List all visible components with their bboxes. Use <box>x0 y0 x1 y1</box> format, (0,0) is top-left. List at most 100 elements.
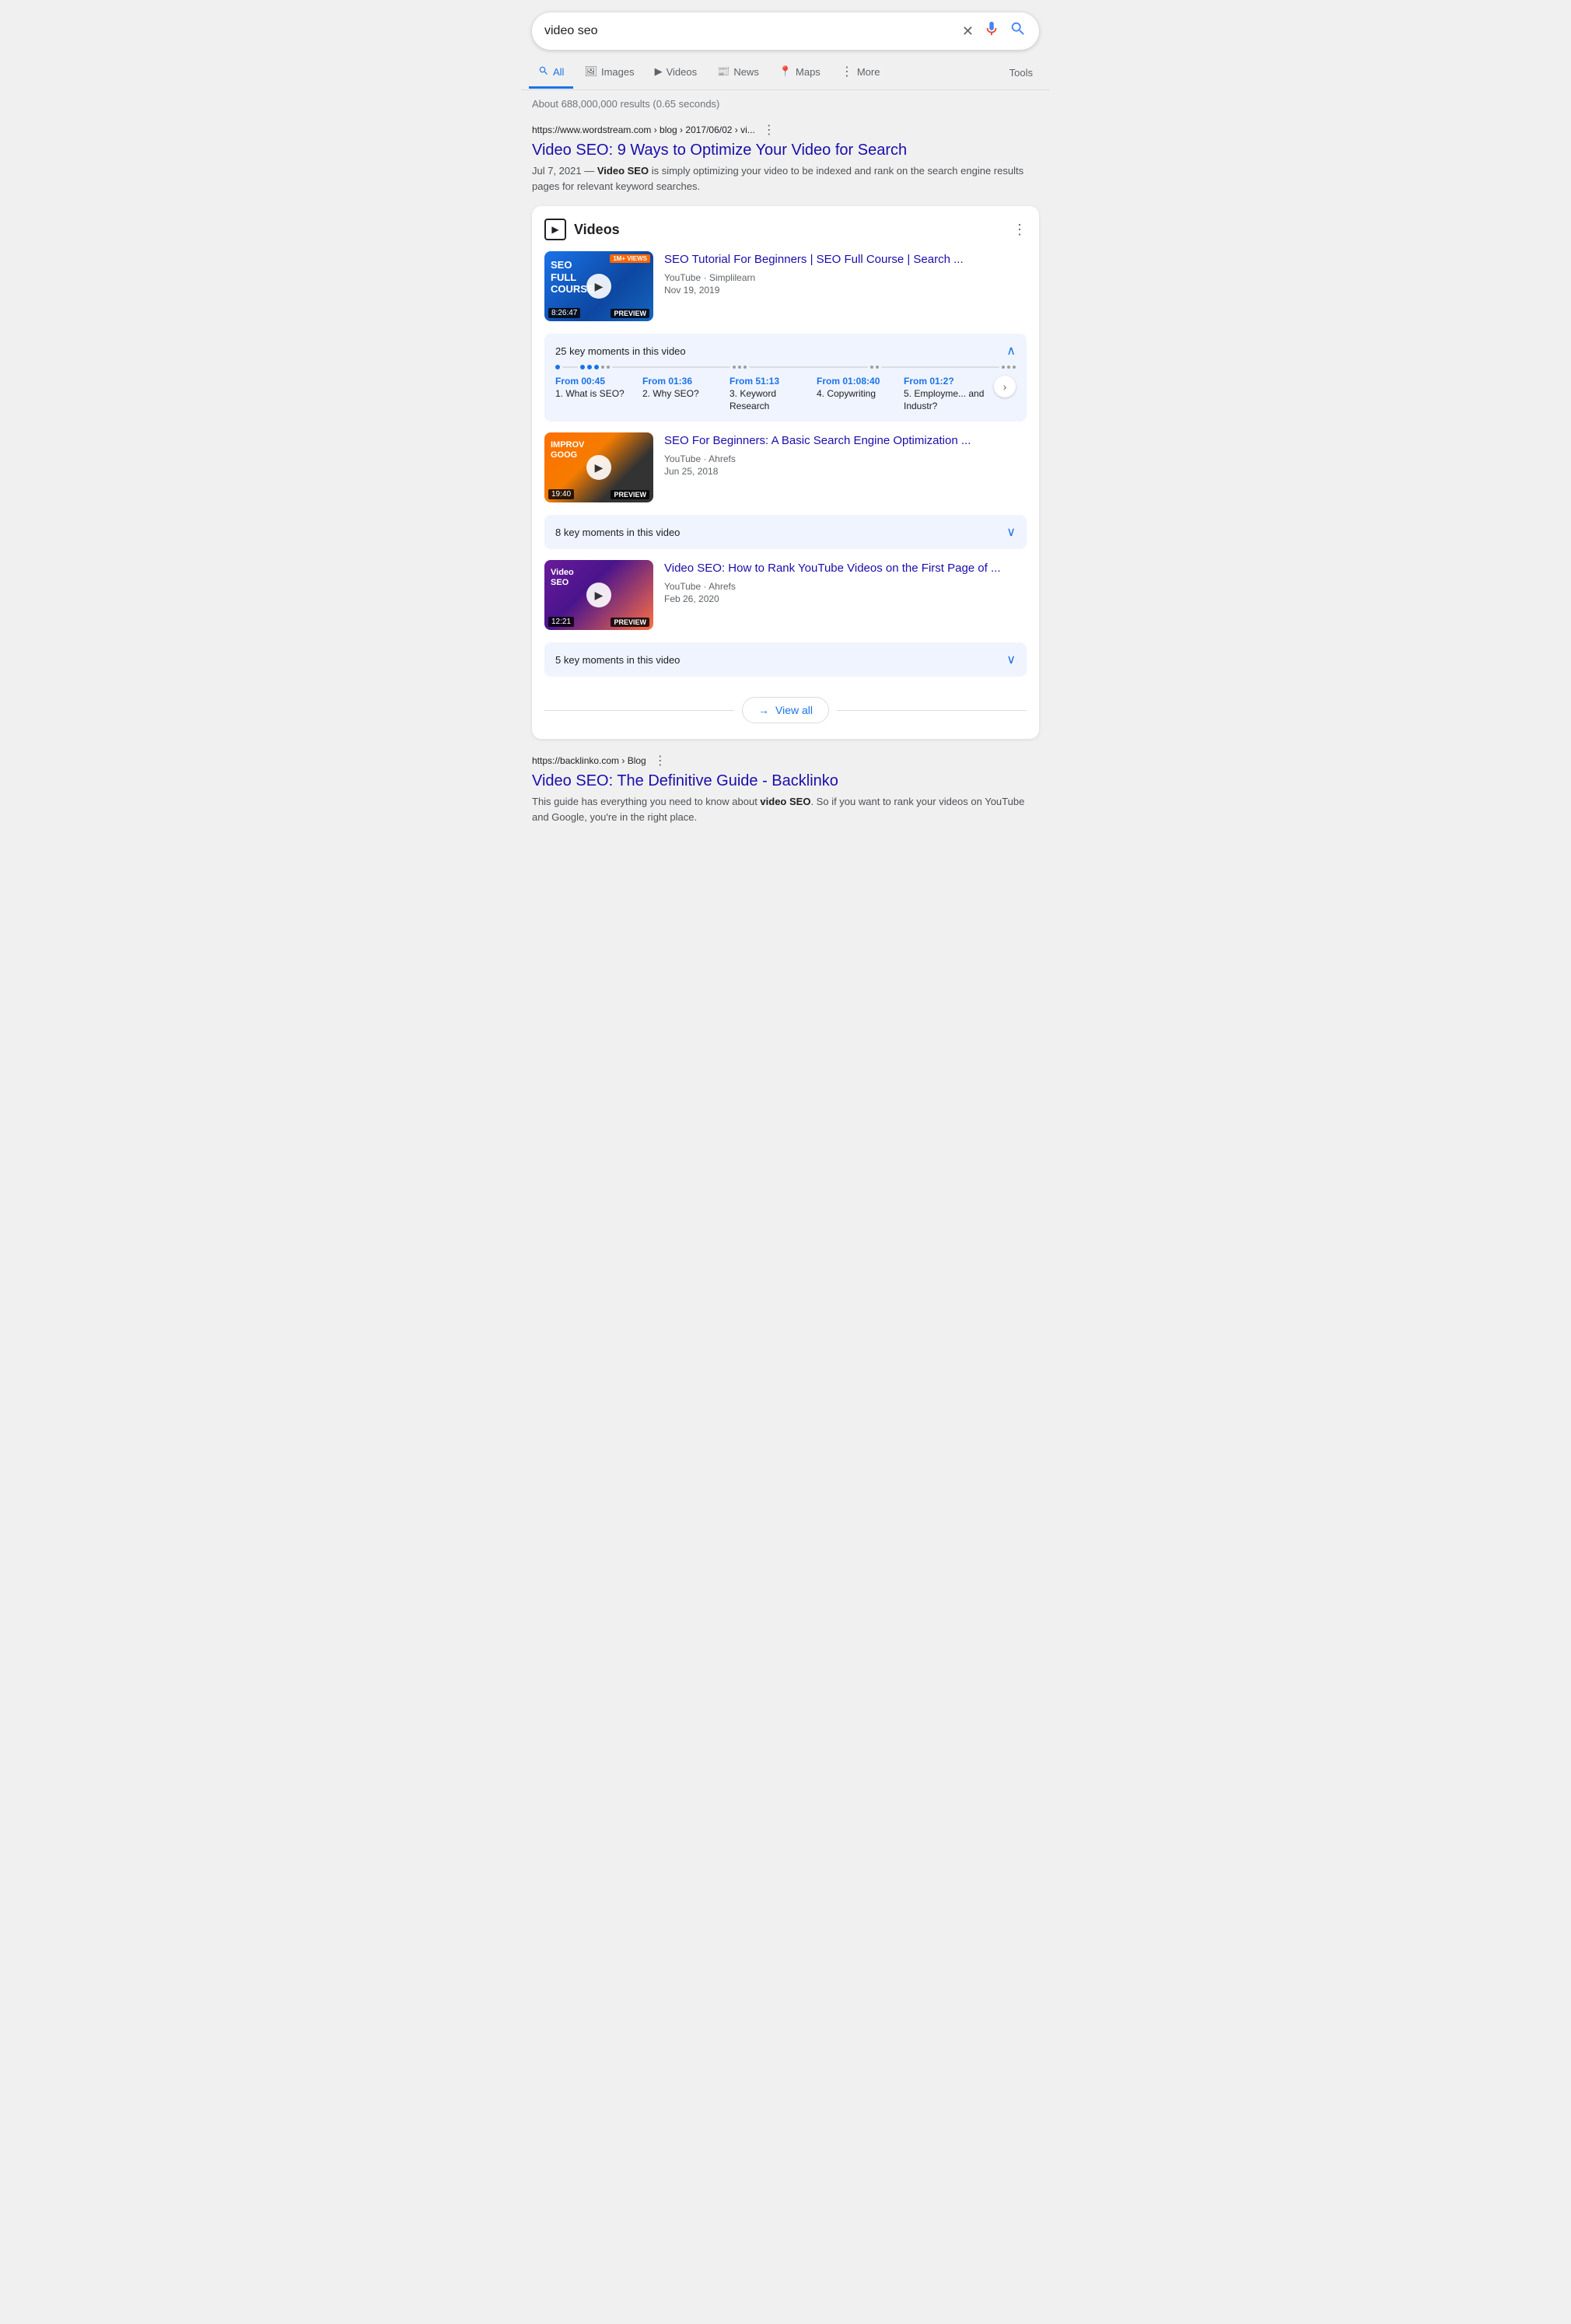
video-date-3: Feb 26, 2020 <box>664 593 1027 604</box>
organic-result-2: https://backlinko.com › Blog ⋮ Video SEO… <box>521 744 1050 832</box>
key-moment-label-5: 5. Employme... and Industr? <box>904 388 988 412</box>
mic-button[interactable] <box>983 20 1000 42</box>
result-more-btn-1[interactable]: ⋮ <box>763 122 775 138</box>
key-moments-list-1: From 00:45 1. What is SEO? From 01:36 2.… <box>555 376 1016 412</box>
clear-button[interactable]: ✕ <box>962 23 974 40</box>
tdot-2 <box>580 365 585 369</box>
tools-button[interactable]: Tools <box>1000 59 1042 86</box>
key-moment-time-2[interactable]: From 01:36 <box>642 376 726 387</box>
key-moment-time-3[interactable]: From 51:13 <box>730 376 813 387</box>
tdot-4 <box>594 365 599 369</box>
key-moment-time-5[interactable]: From 01:2? <box>904 376 988 387</box>
video-source-1: YouTube · Simplilearn <box>664 272 1027 283</box>
video-card-icon: ▶ <box>544 219 566 240</box>
search-button[interactable] <box>1009 20 1027 42</box>
tab-news[interactable]: 📰 News <box>708 58 768 88</box>
next-moment-btn[interactable]: › <box>994 376 1016 397</box>
tab-all-label: All <box>553 66 564 78</box>
tab-videos[interactable]: ▶ Videos <box>646 58 707 88</box>
tdot-sm-8 <box>1002 366 1005 369</box>
video-card-header: ▶ Videos ⋮ <box>544 219 1027 240</box>
result-more-btn-2[interactable]: ⋮ <box>654 753 667 768</box>
key-moment-4: From 01:08:40 4. Copywriting <box>817 376 901 401</box>
key-moment-label-1: 1. What is SEO? <box>555 388 639 401</box>
key-moment-2: From 01:36 2. Why SEO? <box>642 376 726 401</box>
snippet-text-before-2: This guide has everything you need to kn… <box>532 796 760 807</box>
video-title-2[interactable]: SEO For Beginners: A Basic Search Engine… <box>664 432 1027 449</box>
more-icon: ⋮ <box>841 64 853 79</box>
key-moments-header-2[interactable]: 8 key moments in this video ∨ <box>555 524 1016 540</box>
nav-tabs: All 🖼 Images ▶ Videos 📰 News 📍 Maps ⋮ Mo… <box>521 56 1050 90</box>
key-moments-header-1[interactable]: 25 key moments in this video ∧ <box>555 343 1016 359</box>
key-moment-label-3: 3. Keyword Research <box>730 388 813 412</box>
search-input[interactable] <box>544 24 954 38</box>
result-snippet-2: This guide has everything you need to kn… <box>532 794 1039 824</box>
video-date-2: Jun 25, 2018 <box>664 466 1027 477</box>
tab-all[interactable]: All <box>529 58 573 89</box>
view-all-line-left <box>544 710 734 711</box>
result-url-text-2: https://backlinko.com › Blog <box>532 755 646 766</box>
tab-news-label: News <box>733 66 759 78</box>
results-info: About 688,000,000 results (0.65 seconds) <box>521 90 1050 114</box>
tdot-sm-6 <box>870 366 873 369</box>
tdot-sm-9 <box>1007 366 1010 369</box>
video-meta-2: SEO For Beginners: A Basic Search Engine… <box>664 432 1027 477</box>
search-icons: ✕ <box>962 20 1027 42</box>
tab-more[interactable]: ⋮ More <box>831 56 890 89</box>
view-all-button[interactable]: → View all <box>742 697 829 723</box>
key-moments-2: 8 key moments in this video ∨ <box>544 515 1027 549</box>
video-item-2: IMPROVGOOG ▶ 19:40 PREVIEW SEO For Begin… <box>544 432 1027 502</box>
tdot-sm-4 <box>738 366 741 369</box>
thumb-seo-text-3: VideoSEO <box>551 568 574 588</box>
collapse-icon-3[interactable]: ∨ <box>1006 652 1016 667</box>
key-moments-label-1: 25 key moments in this video <box>555 345 686 357</box>
tab-maps[interactable]: 📍 Maps <box>770 58 830 88</box>
tdot-sm-10 <box>1013 366 1016 369</box>
video-meta-1: SEO Tutorial For Beginners | SEO Full Co… <box>664 251 1027 296</box>
tab-images[interactable]: 🖼 Images <box>575 58 643 88</box>
video-card-more-btn[interactable]: ⋮ <box>1013 222 1027 238</box>
result-title-2[interactable]: Video SEO: The Definitive Guide - Backli… <box>532 771 1039 791</box>
video-title-1[interactable]: SEO Tutorial For Beginners | SEO Full Co… <box>664 251 1027 268</box>
video-thumb-3[interactable]: VideoSEO ▶ 12:21 PREVIEW <box>544 560 653 630</box>
key-moment-1: From 00:45 1. What is SEO? <box>555 376 639 401</box>
mic-icon <box>983 20 1000 42</box>
thumb-play-1[interactable]: ▶ <box>586 274 611 299</box>
tab-more-label: More <box>857 66 880 78</box>
tdot-1 <box>555 365 560 369</box>
expand-icon-1[interactable]: ∧ <box>1006 343 1016 359</box>
tdot-line-2 <box>612 366 730 368</box>
video-thumb-1[interactable]: 1M+ VIEWS SEOFULLCOURSE ▶ 8:26:47 PREVIE… <box>544 251 653 321</box>
video-title-3[interactable]: Video SEO: How to Rank YouTube Videos on… <box>664 560 1027 576</box>
key-moment-3: From 51:13 3. Keyword Research <box>730 376 813 412</box>
key-moments-1: 25 key moments in this video ∧ <box>544 334 1027 422</box>
key-moments-header-3[interactable]: 5 key moments in this video ∨ <box>555 652 1016 667</box>
snippet-text-1: — Video SEO is simply optimizing your vi… <box>532 165 1023 192</box>
thumb-play-2[interactable]: ▶ <box>586 455 611 480</box>
close-icon: ✕ <box>962 23 974 40</box>
organic-result-1: https://www.wordstream.com › blog › 2017… <box>521 114 1050 201</box>
tdot-line-4 <box>881 366 999 368</box>
images-icon: 🖼 <box>584 65 597 78</box>
tdot-line-3 <box>749 366 867 368</box>
video-source-3: YouTube · Ahrefs <box>664 581 1027 592</box>
view-all-line-right <box>837 710 1027 711</box>
key-moment-5: From 01:2? 5. Employme... and Industr? <box>904 376 988 412</box>
results-count: About 688,000,000 results (0.65 seconds) <box>532 98 719 110</box>
key-moment-label-2: 2. Why SEO? <box>642 388 726 401</box>
view-all-label: View all <box>775 704 813 716</box>
key-moment-time-4[interactable]: From 01:08:40 <box>817 376 901 387</box>
thumb-duration-1: 8:26:47 <box>548 308 580 318</box>
collapse-icon-2[interactable]: ∨ <box>1006 524 1016 540</box>
video-thumb-2[interactable]: IMPROVGOOG ▶ 19:40 PREVIEW <box>544 432 653 502</box>
key-moments-arrow: › <box>991 376 1016 397</box>
thumb-play-3[interactable]: ▶ <box>586 583 611 607</box>
key-moments-label-2: 8 key moments in this video <box>555 527 680 538</box>
result-url-2: https://backlinko.com › Blog ⋮ <box>532 753 1039 768</box>
result-title-1[interactable]: Video SEO: 9 Ways to Optimize Your Video… <box>532 140 1039 160</box>
search-bar-container: ✕ <box>521 0 1050 50</box>
search-icon <box>1009 20 1027 42</box>
video-item-1: 1M+ VIEWS SEOFULLCOURSE ▶ 8:26:47 PREVIE… <box>544 251 1027 321</box>
result-url-text-1: https://www.wordstream.com › blog › 2017… <box>532 124 755 135</box>
key-moment-time-1[interactable]: From 00:45 <box>555 376 639 387</box>
